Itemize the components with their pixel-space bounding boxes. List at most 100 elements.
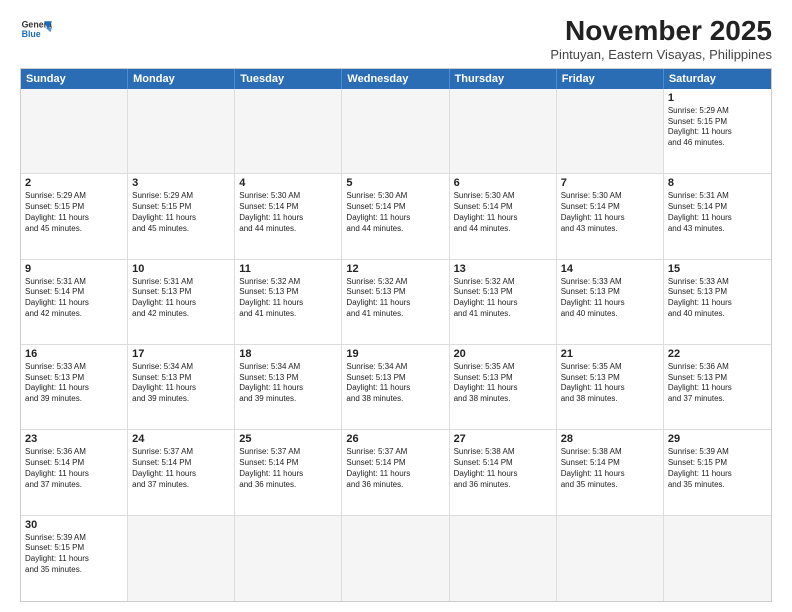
calendar-cell: 24 Sunrise: 5:37 AM Sunset: 5:14 PM Dayli…	[128, 430, 235, 515]
day-info: Sunrise: 5:30 AM Sunset: 5:14 PM Dayligh…	[561, 191, 659, 234]
day-info: Sunrise: 5:29 AM Sunset: 5:15 PM Dayligh…	[25, 191, 123, 234]
day-info: Sunrise: 5:33 AM Sunset: 5:13 PM Dayligh…	[25, 362, 123, 405]
day-number: 24	[132, 433, 230, 445]
day-info: Sunrise: 5:38 AM Sunset: 5:14 PM Dayligh…	[454, 447, 552, 490]
day-number: 3	[132, 177, 230, 189]
day-number: 26	[346, 433, 444, 445]
header-day-wednesday: Wednesday	[342, 69, 449, 89]
calendar-cell	[342, 89, 449, 174]
calendar-cell: 27 Sunrise: 5:38 AM Sunset: 5:14 PM Dayli…	[450, 430, 557, 515]
day-info: Sunrise: 5:35 AM Sunset: 5:13 PM Dayligh…	[454, 362, 552, 405]
calendar-cell	[557, 89, 664, 174]
calendar-cell: 11 Sunrise: 5:32 AM Sunset: 5:13 PM Dayli…	[235, 260, 342, 345]
calendar-cell: 8Sunrise: 5:31 AM Sunset: 5:14 PM Daylig…	[664, 174, 771, 259]
day-number: 15	[668, 263, 767, 275]
day-number: 23	[25, 433, 123, 445]
title-block: November 2025 Pintuyan, Eastern Visayas,…	[550, 16, 772, 62]
day-number: 20	[454, 348, 552, 360]
day-info: Sunrise: 5:39 AM Sunset: 5:15 PM Dayligh…	[668, 447, 767, 490]
calendar-cell: 5 Sunrise: 5:30 AM Sunset: 5:14 PM Daylig…	[342, 174, 449, 259]
calendar-cell	[235, 516, 342, 601]
day-number: 28	[561, 433, 659, 445]
calendar-cell	[235, 89, 342, 174]
day-info: Sunrise: 5:30 AM Sunset: 5:14 PM Dayligh…	[454, 191, 552, 234]
day-number: 12	[346, 263, 444, 275]
day-number: 1	[668, 92, 767, 104]
day-number: 22	[668, 348, 767, 360]
day-number: 5	[346, 177, 444, 189]
calendar-body: 1 Sunrise: 5:29 AM Sunset: 5:15 PM Daylig…	[21, 89, 771, 601]
day-info: Sunrise: 5:31 AM Sunset: 5:14 PM Dayligh…	[668, 191, 767, 234]
calendar-cell	[128, 516, 235, 601]
day-info: Sunrise: 5:31 AM Sunset: 5:14 PM Dayligh…	[25, 277, 123, 320]
calendar-cell	[21, 89, 128, 174]
calendar-cell: 9 Sunrise: 5:31 AM Sunset: 5:14 PM Daylig…	[21, 260, 128, 345]
calendar-cell	[342, 516, 449, 601]
header-day-saturday: Saturday	[664, 69, 771, 89]
calendar-cell	[450, 89, 557, 174]
day-number: 19	[346, 348, 444, 360]
day-number: 2	[25, 177, 123, 189]
day-info: Sunrise: 5:38 AM Sunset: 5:14 PM Dayligh…	[561, 447, 659, 490]
day-number: 30	[25, 519, 123, 531]
calendar-cell: 18Sunrise: 5:34 AM Sunset: 5:13 PM Dayli…	[235, 345, 342, 430]
logo: General Blue	[20, 16, 52, 44]
calendar-cell: 3Sunrise: 5:29 AM Sunset: 5:15 PM Daylig…	[128, 174, 235, 259]
calendar-cell: 2 Sunrise: 5:29 AM Sunset: 5:15 PM Daylig…	[21, 174, 128, 259]
calendar-cell: 20 Sunrise: 5:35 AM Sunset: 5:13 PM Dayli…	[450, 345, 557, 430]
day-number: 14	[561, 263, 659, 275]
calendar-cell: 15Sunrise: 5:33 AM Sunset: 5:13 PM Dayli…	[664, 260, 771, 345]
day-number: 27	[454, 433, 552, 445]
day-info: Sunrise: 5:35 AM Sunset: 5:13 PM Dayligh…	[561, 362, 659, 405]
day-number: 10	[132, 263, 230, 275]
day-info: Sunrise: 5:32 AM Sunset: 5:13 PM Dayligh…	[454, 277, 552, 320]
calendar-cell: 25Sunrise: 5:37 AM Sunset: 5:14 PM Dayli…	[235, 430, 342, 515]
day-number: 11	[239, 263, 337, 275]
day-info: Sunrise: 5:30 AM Sunset: 5:14 PM Dayligh…	[239, 191, 337, 234]
calendar-cell: 14 Sunrise: 5:33 AM Sunset: 5:13 PM Dayli…	[557, 260, 664, 345]
day-number: 21	[561, 348, 659, 360]
day-number: 7	[561, 177, 659, 189]
day-number: 6	[454, 177, 552, 189]
subtitle: Pintuyan, Eastern Visayas, Philippines	[550, 47, 772, 62]
day-info: Sunrise: 5:33 AM Sunset: 5:13 PM Dayligh…	[561, 277, 659, 320]
svg-text:Blue: Blue	[22, 29, 41, 39]
calendar: SundayMondayTuesdayWednesdayThursdayFrid…	[20, 68, 772, 602]
generalblue-logo-icon: General Blue	[20, 16, 52, 44]
day-number: 9	[25, 263, 123, 275]
calendar-cell	[128, 89, 235, 174]
day-number: 16	[25, 348, 123, 360]
header-day-friday: Friday	[557, 69, 664, 89]
calendar-cell: 26 Sunrise: 5:37 AM Sunset: 5:14 PM Dayli…	[342, 430, 449, 515]
day-number: 17	[132, 348, 230, 360]
day-info: Sunrise: 5:37 AM Sunset: 5:14 PM Dayligh…	[239, 447, 337, 490]
calendar-cell	[664, 516, 771, 601]
day-info: Sunrise: 5:30 AM Sunset: 5:14 PM Dayligh…	[346, 191, 444, 234]
calendar-cell: 6 Sunrise: 5:30 AM Sunset: 5:14 PM Daylig…	[450, 174, 557, 259]
calendar-cell: 22 Sunrise: 5:36 AM Sunset: 5:13 PM Dayli…	[664, 345, 771, 430]
day-info: Sunrise: 5:36 AM Sunset: 5:13 PM Dayligh…	[668, 362, 767, 405]
header-day-tuesday: Tuesday	[235, 69, 342, 89]
header-day-thursday: Thursday	[450, 69, 557, 89]
day-info: Sunrise: 5:31 AM Sunset: 5:13 PM Dayligh…	[132, 277, 230, 320]
calendar-cell: 16 Sunrise: 5:33 AM Sunset: 5:13 PM Dayli…	[21, 345, 128, 430]
day-info: Sunrise: 5:34 AM Sunset: 5:13 PM Dayligh…	[346, 362, 444, 405]
calendar-cell: 30Sunrise: 5:39 AM Sunset: 5:15 PM Dayli…	[21, 516, 128, 601]
calendar-cell: 19 Sunrise: 5:34 AM Sunset: 5:13 PM Dayli…	[342, 345, 449, 430]
day-number: 29	[668, 433, 767, 445]
month-title: November 2025	[550, 16, 772, 47]
header: General Blue November 2025 Pintuyan, Eas…	[20, 16, 772, 62]
header-day-sunday: Sunday	[21, 69, 128, 89]
day-info: Sunrise: 5:37 AM Sunset: 5:14 PM Dayligh…	[132, 447, 230, 490]
day-info: Sunrise: 5:34 AM Sunset: 5:13 PM Dayligh…	[239, 362, 337, 405]
calendar-cell: 28 Sunrise: 5:38 AM Sunset: 5:14 PM Dayli…	[557, 430, 664, 515]
day-info: Sunrise: 5:37 AM Sunset: 5:14 PM Dayligh…	[346, 447, 444, 490]
calendar-cell	[557, 516, 664, 601]
calendar-cell: 12 Sunrise: 5:32 AM Sunset: 5:13 PM Dayli…	[342, 260, 449, 345]
day-info: Sunrise: 5:29 AM Sunset: 5:15 PM Dayligh…	[668, 106, 767, 149]
day-info: Sunrise: 5:32 AM Sunset: 5:13 PM Dayligh…	[239, 277, 337, 320]
calendar-cell: 1 Sunrise: 5:29 AM Sunset: 5:15 PM Daylig…	[664, 89, 771, 174]
page: General Blue November 2025 Pintuyan, Eas…	[0, 0, 792, 612]
day-info: Sunrise: 5:32 AM Sunset: 5:13 PM Dayligh…	[346, 277, 444, 320]
calendar-cell: 29 Sunrise: 5:39 AM Sunset: 5:15 PM Dayli…	[664, 430, 771, 515]
